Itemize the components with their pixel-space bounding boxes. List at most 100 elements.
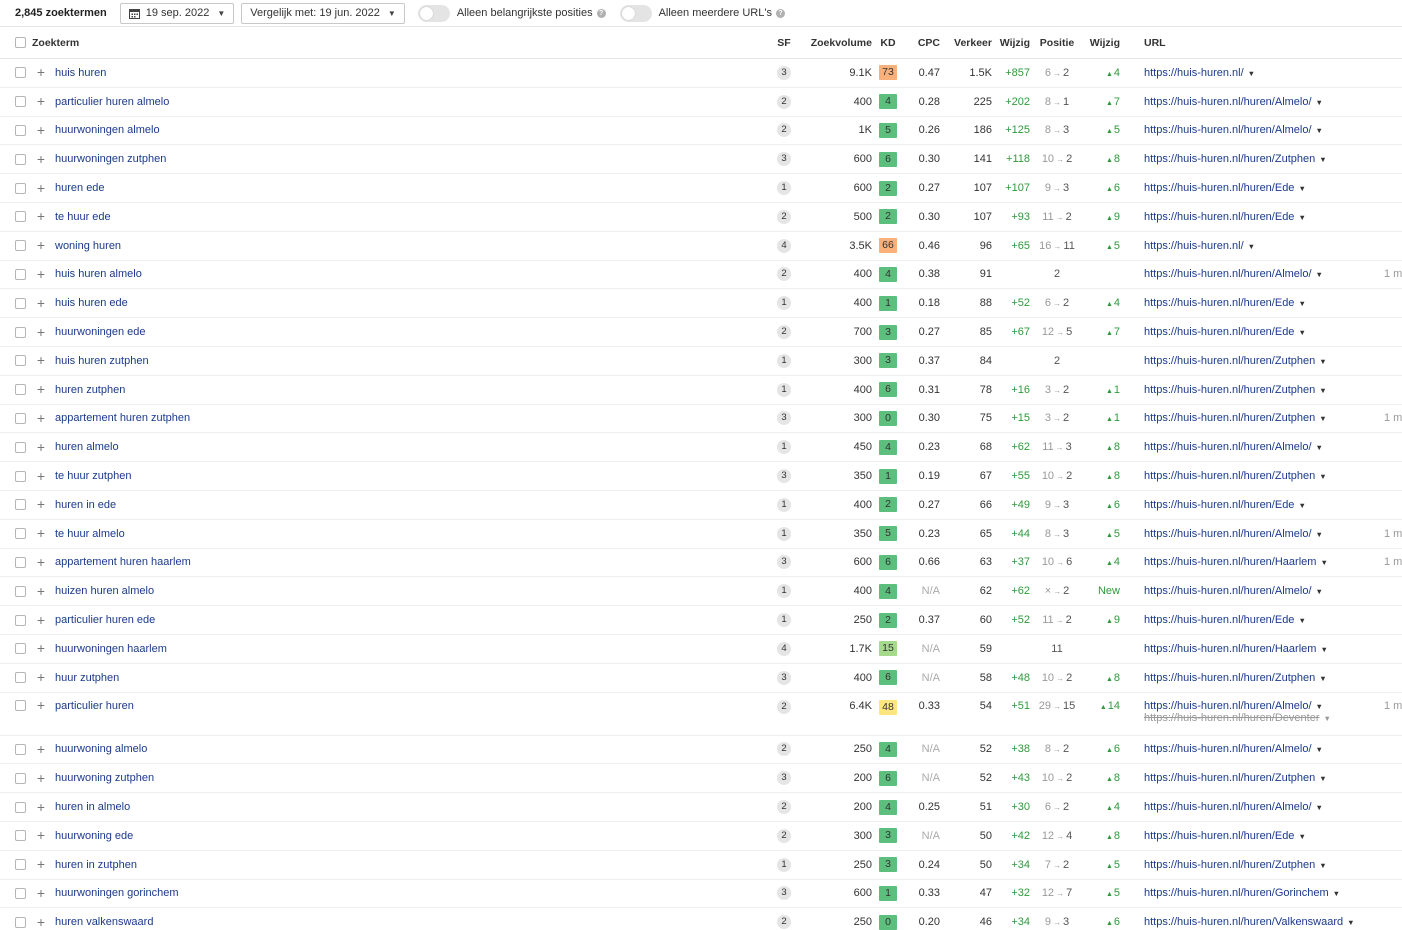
plus-icon[interactable]: + bbox=[32, 497, 50, 511]
chevron-down-icon[interactable]: ▼ bbox=[1319, 674, 1326, 683]
chevron-down-icon[interactable]: ▼ bbox=[1319, 774, 1326, 783]
checkbox[interactable] bbox=[15, 672, 26, 684]
more-urls[interactable]: 1 meer bbox=[1384, 412, 1402, 424]
keyword-link[interactable]: huurwoningen gorinchem bbox=[55, 887, 179, 899]
keyword-link[interactable]: huur zutphen bbox=[55, 672, 119, 684]
checkbox[interactable] bbox=[15, 67, 26, 79]
header-position[interactable]: Positie bbox=[1030, 37, 1084, 49]
header-position-change[interactable]: Wijzig bbox=[1084, 37, 1120, 49]
row-select[interactable] bbox=[0, 614, 30, 626]
url-link[interactable]: https://huis-huren.nl/huren/Almelo/ bbox=[1144, 528, 1312, 540]
plus-icon[interactable]: + bbox=[32, 238, 50, 252]
checkbox[interactable] bbox=[15, 355, 26, 367]
plus-icon[interactable]: + bbox=[32, 828, 50, 842]
row-select[interactable] bbox=[0, 699, 30, 711]
header-cpc[interactable]: CPC bbox=[904, 37, 940, 49]
row-select[interactable] bbox=[0, 801, 30, 813]
url-link[interactable]: https://huis-huren.nl/huren/Ede bbox=[1144, 326, 1294, 338]
url-link[interactable]: https://huis-huren.nl/huren/Almelo/ bbox=[1144, 124, 1312, 136]
row-select[interactable] bbox=[0, 916, 30, 928]
keyword-link[interactable]: huurwoningen haarlem bbox=[55, 643, 167, 655]
toggle-multiple-urls[interactable] bbox=[619, 4, 652, 22]
sf-badge[interactable]: 2 bbox=[777, 800, 791, 815]
chevron-down-icon[interactable]: ▼ bbox=[1316, 702, 1323, 711]
chevron-down-icon[interactable]: ▼ bbox=[1316, 270, 1323, 279]
row-select[interactable] bbox=[0, 326, 30, 338]
checkbox[interactable] bbox=[15, 556, 26, 568]
row-select[interactable] bbox=[0, 211, 30, 223]
help-icon[interactable]: ? bbox=[775, 8, 785, 18]
url-link[interactable]: https://huis-huren.nl/huren/Ede bbox=[1144, 614, 1294, 626]
checkbox[interactable] bbox=[15, 614, 26, 626]
plus-icon[interactable]: + bbox=[32, 382, 50, 396]
chevron-down-icon[interactable]: ▼ bbox=[1248, 242, 1255, 251]
checkbox[interactable] bbox=[15, 887, 26, 899]
chevron-down-icon[interactable]: ▼ bbox=[1248, 69, 1255, 78]
row-select[interactable] bbox=[0, 153, 30, 165]
url-link[interactable]: https://huis-huren.nl/huren/Ede bbox=[1144, 499, 1294, 511]
header-sf[interactable]: SF bbox=[768, 37, 800, 49]
row-select[interactable] bbox=[0, 859, 30, 871]
plus-icon[interactable]: + bbox=[32, 771, 50, 785]
checkbox[interactable] bbox=[15, 211, 26, 223]
checkbox[interactable] bbox=[15, 326, 26, 338]
url-link[interactable]: https://huis-huren.nl/huren/Almelo/ bbox=[1144, 96, 1312, 108]
chevron-down-icon[interactable]: ▼ bbox=[1316, 98, 1323, 107]
plus-icon[interactable]: + bbox=[32, 353, 50, 367]
sf-badge[interactable]: 1 bbox=[777, 497, 791, 512]
row-select[interactable] bbox=[0, 672, 30, 684]
url-link[interactable]: https://huis-huren.nl/huren/Almelo/ bbox=[1144, 700, 1312, 712]
url-link[interactable]: https://huis-huren.nl/huren/Ede bbox=[1144, 297, 1294, 309]
row-select[interactable] bbox=[0, 297, 30, 309]
plus-icon[interactable]: + bbox=[32, 325, 50, 339]
more-urls[interactable]: 1 meer bbox=[1384, 700, 1402, 712]
plus-icon[interactable]: + bbox=[32, 857, 50, 871]
sf-badge[interactable]: 2 bbox=[777, 742, 791, 757]
row-select[interactable] bbox=[0, 182, 30, 194]
checkbox[interactable] bbox=[15, 441, 26, 453]
sf-badge[interactable]: 2 bbox=[777, 699, 791, 714]
plus-icon[interactable]: + bbox=[32, 123, 50, 137]
keyword-link[interactable]: particulier huren bbox=[55, 700, 134, 712]
plus-icon[interactable]: + bbox=[32, 742, 50, 756]
checkbox[interactable] bbox=[15, 585, 26, 597]
url-link[interactable]: https://huis-huren.nl/huren/Zutphen bbox=[1144, 672, 1315, 684]
chevron-down-icon[interactable]: ▼ bbox=[1298, 328, 1305, 337]
keyword-link[interactable]: huren in ede bbox=[55, 499, 116, 511]
keyword-link[interactable]: huis huren almelo bbox=[55, 268, 142, 280]
sf-badge[interactable]: 2 bbox=[777, 209, 791, 224]
url-link[interactable]: https://huis-huren.nl/huren/Gorinchem bbox=[1144, 887, 1329, 899]
url-link[interactable]: https://huis-huren.nl/huren/Almelo/ bbox=[1144, 585, 1312, 597]
keyword-link[interactable]: particulier huren almelo bbox=[55, 96, 169, 108]
plus-icon[interactable]: + bbox=[32, 613, 50, 627]
url-link[interactable]: https://huis-huren.nl/huren/Zutphen bbox=[1144, 153, 1315, 165]
url-link-previous[interactable]: https://huis-huren.nl/huren/Deventer bbox=[1144, 712, 1320, 724]
sf-badge[interactable]: 2 bbox=[777, 267, 791, 282]
keyword-link[interactable]: huurwoningen zutphen bbox=[55, 153, 166, 165]
help-icon[interactable]: ? bbox=[596, 8, 606, 18]
plus-icon[interactable]: + bbox=[32, 440, 50, 454]
keyword-link[interactable]: huurwoning zutphen bbox=[55, 772, 154, 784]
chevron-down-icon[interactable]: ▼ bbox=[1320, 558, 1327, 567]
keyword-link[interactable]: huis huren ede bbox=[55, 297, 128, 309]
chevron-down-icon[interactable]: ▼ bbox=[1320, 645, 1327, 654]
plus-icon[interactable]: + bbox=[32, 670, 50, 684]
sf-badge[interactable]: 4 bbox=[777, 641, 791, 656]
plus-icon[interactable]: + bbox=[32, 526, 50, 540]
row-select[interactable] bbox=[0, 556, 30, 568]
plus-icon[interactable]: + bbox=[32, 915, 50, 929]
keyword-link[interactable]: particulier huren ede bbox=[55, 614, 155, 626]
url-link[interactable]: https://huis-huren.nl/huren/Zutphen bbox=[1144, 859, 1315, 871]
url-link[interactable]: https://huis-huren.nl/huren/Valkenswaard bbox=[1144, 916, 1343, 928]
url-link[interactable]: https://huis-huren.nl/huren/Zutphen bbox=[1144, 355, 1315, 367]
row-select[interactable] bbox=[0, 830, 30, 842]
checkbox[interactable] bbox=[15, 412, 26, 424]
url-link[interactable]: https://huis-huren.nl/huren/Zutphen bbox=[1144, 772, 1315, 784]
checkbox[interactable] bbox=[15, 772, 26, 784]
keyword-link[interactable]: huren ede bbox=[55, 182, 105, 194]
header-url[interactable]: URL bbox=[1120, 37, 1384, 49]
chevron-down-icon[interactable]: ▼ bbox=[1319, 155, 1326, 164]
sf-badge[interactable]: 1 bbox=[777, 526, 791, 541]
row-select[interactable] bbox=[0, 240, 30, 252]
sf-badge[interactable]: 2 bbox=[777, 94, 791, 109]
